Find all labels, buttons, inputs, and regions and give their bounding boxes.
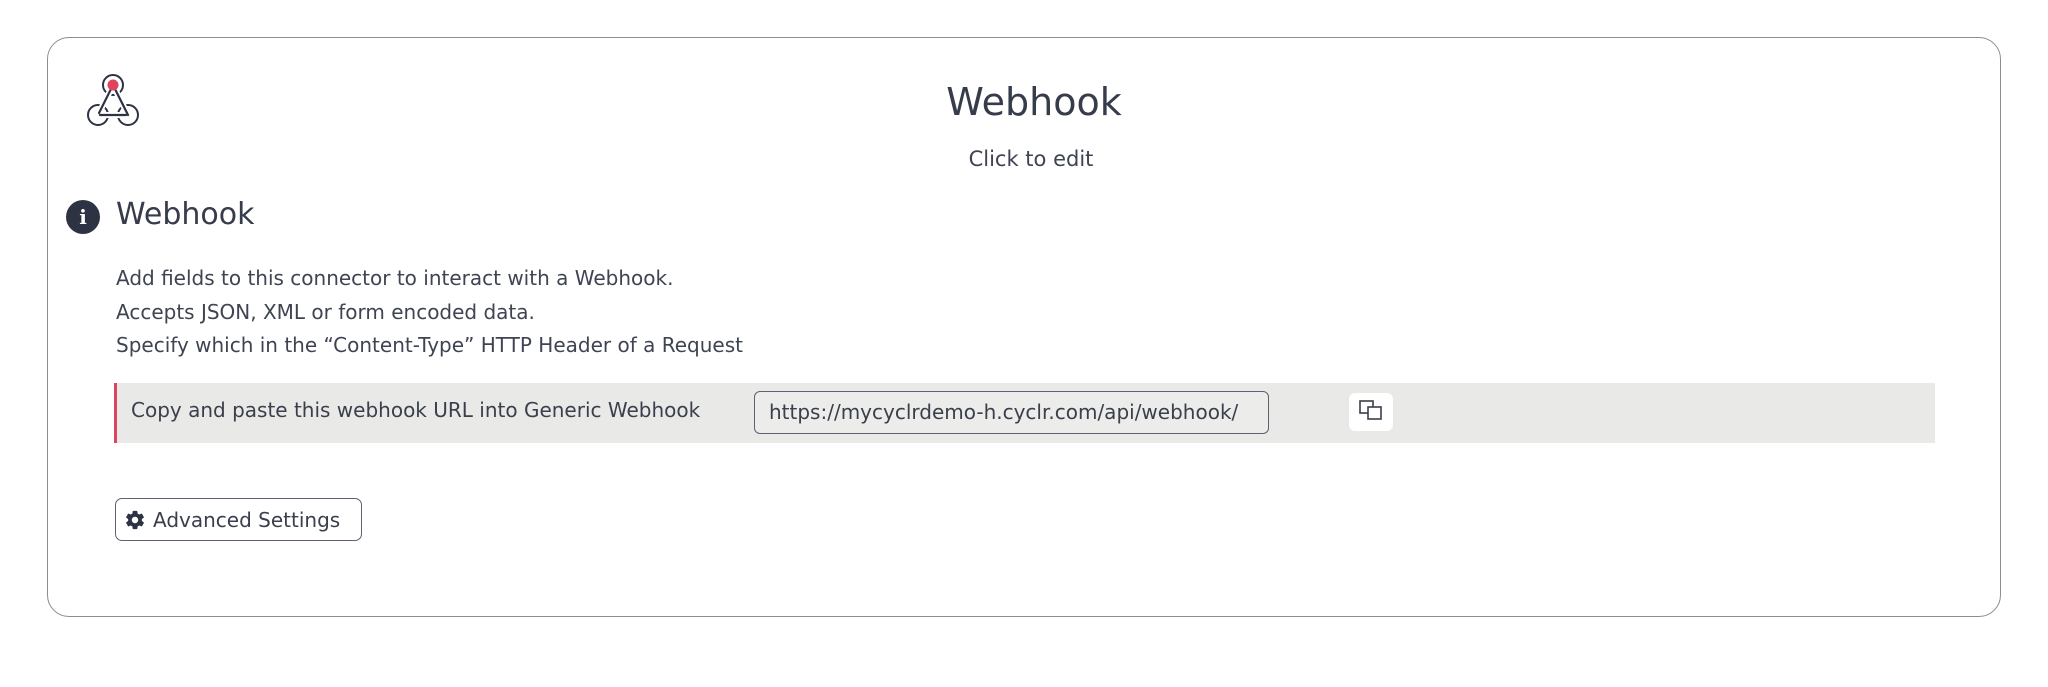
description-line: Add fields to this connector to interact… (116, 266, 674, 290)
advanced-settings-button[interactable]: Advanced Settings (115, 498, 362, 541)
copy-icon (1358, 398, 1384, 426)
section-title: Webhook (116, 197, 255, 232)
advanced-settings-label: Advanced Settings (153, 507, 341, 532)
info-icon: i (66, 200, 100, 234)
webhook-url-bar: Copy and paste this webhook URL into Gen… (114, 383, 1935, 443)
page-title[interactable]: Webhook (48, 80, 2000, 124)
webhook-url-field[interactable]: https://mycyclrdemo-h.cyclr.com/api/webh… (754, 391, 1269, 434)
webhook-step-card: Webhook Click to edit i Webhook Add fiel… (47, 37, 2001, 617)
description-line: Accepts JSON, XML or form encoded data. (116, 299, 535, 324)
description-line: Specify which in the “Content-Type” HTTP… (116, 333, 743, 357)
click-to-edit-hint[interactable]: Click to edit (48, 147, 2000, 171)
copy-url-button[interactable] (1349, 393, 1393, 431)
connector-description: Add fields to this connector to interact… (116, 262, 743, 363)
webhook-url-label: Copy and paste this webhook URL into Gen… (131, 398, 701, 422)
gear-icon (124, 509, 146, 531)
